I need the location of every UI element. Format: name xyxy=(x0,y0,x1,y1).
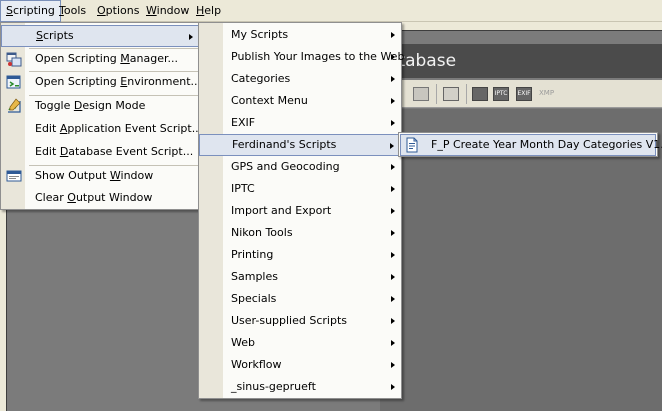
submenu-arrow-icon xyxy=(391,32,395,38)
submenu-item-nikon-tools[interactable]: Nikon Tools xyxy=(199,222,401,244)
submenu-arrow-icon xyxy=(391,164,395,170)
submenu-item-categories[interactable]: Categories xyxy=(199,68,401,90)
design-mode-icon xyxy=(8,98,21,113)
submenu-arrow-icon xyxy=(391,296,395,302)
submenu-arrow-icon xyxy=(391,318,395,324)
submenu-arrow-icon xyxy=(391,384,395,390)
database-window-title: atabase xyxy=(380,44,662,78)
menu-bar: Scripting Tools Options Window Help xyxy=(0,0,662,22)
submenu-arrow-icon xyxy=(391,362,395,368)
submenu-item-printing[interactable]: Printing xyxy=(199,244,401,266)
submenu-arrow-icon xyxy=(391,340,395,346)
menu-item-edit-database-event-script[interactable]: Edit Database Event Script... xyxy=(1,141,200,163)
submenu-item-gps-geocoding[interactable]: GPS and Geocoding xyxy=(199,156,401,178)
submenu-item-iptc[interactable]: IPTC xyxy=(199,178,401,200)
submenu-arrow-icon xyxy=(391,186,395,192)
submenu-arrow-icon xyxy=(189,34,193,40)
monitor-icon[interactable] xyxy=(472,87,488,101)
script-item-create-year-month-day-categories[interactable]: F_P Create Year Month Day Categories V1.… xyxy=(400,134,662,156)
submenu-arrow-icon xyxy=(391,54,395,60)
menu-item-open-scripting-environment[interactable]: Open Scripting Environment... xyxy=(1,71,201,93)
iptc-icon[interactable]: IPTC xyxy=(493,87,509,101)
submenu-item-user-supplied-scripts[interactable]: User-supplied Scripts xyxy=(199,310,401,332)
menu-scripting[interactable]: Scripting xyxy=(0,0,61,22)
toolbar-separator xyxy=(436,84,437,104)
submenu-item-web[interactable]: Web xyxy=(199,332,401,354)
script-manager-icon xyxy=(6,52,22,67)
submenu-item-my-scripts[interactable]: My Scripts xyxy=(199,24,401,46)
submenu-arrow-icon xyxy=(391,230,395,236)
submenu-arrow-icon xyxy=(391,274,395,280)
submenu-item-workflow[interactable]: Workflow xyxy=(199,354,401,376)
menu-item-edit-application-event-script[interactable]: Edit Application Event Script... xyxy=(1,118,202,140)
submenu-item-specials[interactable]: Specials xyxy=(199,288,401,310)
exif-icon[interactable]: EXIF xyxy=(516,87,532,101)
output-window-icon xyxy=(6,170,22,182)
menu-help[interactable]: Help xyxy=(191,0,226,22)
submenu-item-exif[interactable]: EXIF xyxy=(199,112,401,134)
submenu-item-import-export[interactable]: Import and Export xyxy=(199,200,401,222)
scripting-menu: Scripts Open Scripting Manager... Open S… xyxy=(0,22,202,210)
submenu-item-samples[interactable]: Samples xyxy=(199,266,401,288)
menu-tools[interactable]: Tools xyxy=(54,0,91,22)
script-environment-icon xyxy=(6,75,21,89)
menu-item-show-output-window[interactable]: Show Output Window xyxy=(1,165,200,187)
script-file-icon xyxy=(406,137,418,153)
capture-icon[interactable] xyxy=(413,87,429,101)
xmp-icon[interactable]: XMP xyxy=(539,89,554,97)
submenu-arrow-icon xyxy=(391,120,395,126)
menu-item-toggle-design-mode[interactable]: Toggle Design Mode xyxy=(1,95,200,117)
menu-window[interactable]: Window xyxy=(141,0,194,22)
submenu-item-context-menu[interactable]: Context Menu xyxy=(199,90,401,112)
menu-item-scripts[interactable]: Scripts xyxy=(1,25,200,47)
frame-icon[interactable] xyxy=(443,87,459,101)
ferdinands-scripts-submenu: F_P Create Year Month Day Categories V1.… xyxy=(398,132,662,157)
toolbar-separator xyxy=(466,84,467,104)
submenu-item-publish-images[interactable]: Publish Your Images to the Web xyxy=(199,46,404,68)
submenu-arrow-icon xyxy=(391,98,395,104)
scripts-submenu: My Scripts Publish Your Images to the We… xyxy=(198,22,404,399)
menu-options[interactable]: Options xyxy=(92,0,144,22)
submenu-arrow-icon xyxy=(391,76,395,82)
submenu-arrow-icon xyxy=(391,252,395,258)
submenu-arrow-icon xyxy=(391,208,395,214)
menu-item-clear-output-window[interactable]: Clear Output Window xyxy=(1,187,200,209)
submenu-arrow-icon xyxy=(390,143,394,149)
submenu-item-ferdinands-scripts[interactable]: Ferdinand's Scripts xyxy=(199,134,401,156)
submenu-item-sinus-geprueft[interactable]: _sinus-geprueft xyxy=(199,376,401,398)
menu-item-open-scripting-manager[interactable]: Open Scripting Manager... xyxy=(1,48,200,70)
database-toolbar: IPTC EXIF xyxy=(380,80,662,108)
